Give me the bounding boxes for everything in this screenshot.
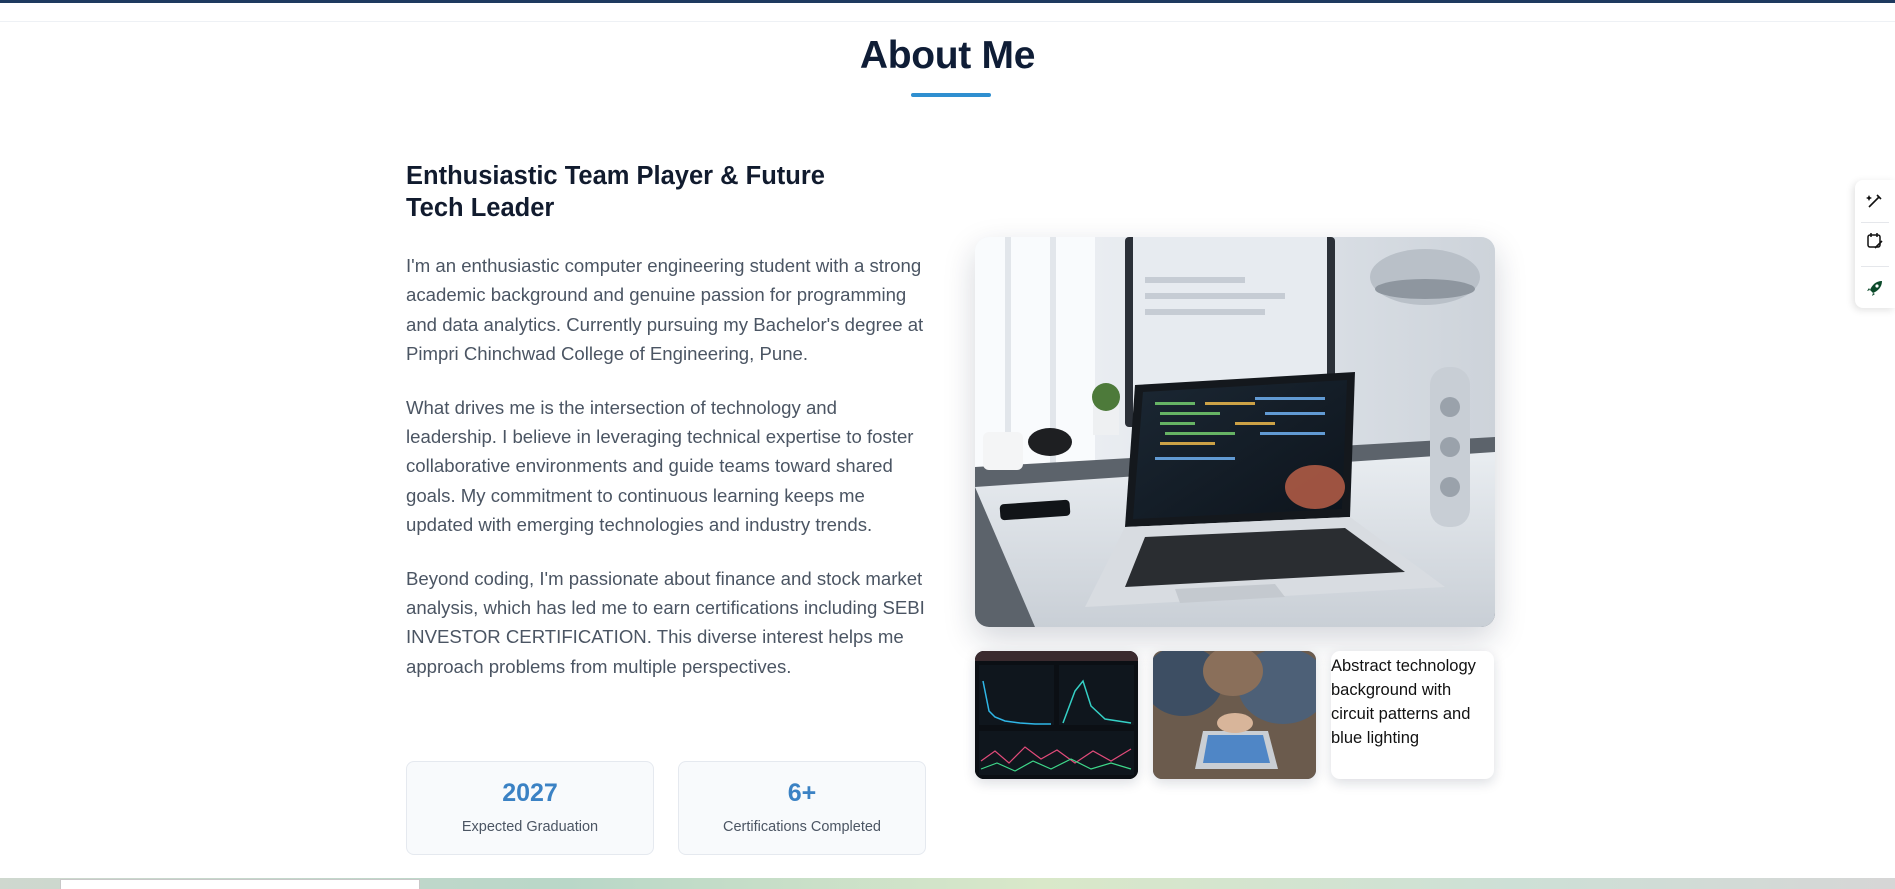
calendar-edit-icon[interactable] [1864,230,1886,252]
side-toolbar [1855,180,1895,308]
broken-image-alt-text: Abstract technology background with circ… [1331,657,1476,747]
stat-card-certifications: 6+ Certifications Completed [678,761,926,855]
magic-pen-icon[interactable] [1864,190,1886,212]
about-paragraph-2: What drives me is the intersection of te… [406,396,914,536]
stat-label: Expected Graduation [461,819,599,835]
workspace-photo [975,237,1495,627]
about-paragraph-1: I'm an enthusiastic computer engineering… [406,255,924,365]
stat-value: 2027 [502,779,558,807]
rocket-icon[interactable] [1864,277,1886,299]
section-title: About Me [859,34,1036,77]
dashboard-illustration [975,651,1138,779]
taskbar-search-field[interactable] [60,879,420,889]
about-paragraph-3: Beyond coding, I'm passionate about fina… [406,567,925,677]
dock-divider [1861,266,1889,267]
team-collaboration-illustration [1153,651,1316,779]
stat-card-graduation: 2027 Expected Graduation [406,761,654,855]
dashboard-thumbnail [975,651,1138,779]
team-laptop-thumbnail [1153,651,1316,779]
about-subheading: Enthusiastic Team Player & Future Tech L… [406,162,825,222]
header-divider [0,21,1895,22]
title-underline [911,93,991,97]
top-border [0,0,1895,3]
dock-divider [1861,222,1889,223]
laptop-desk-illustration [975,237,1495,627]
about-text-column: Enthusiastic Team Player & Future Tech L… [406,160,931,681]
stat-value: 6+ [787,779,817,807]
stat-label: Certifications Completed [723,819,881,835]
abstract-tech-thumbnail: Abstract technology background with circ… [1331,651,1494,779]
